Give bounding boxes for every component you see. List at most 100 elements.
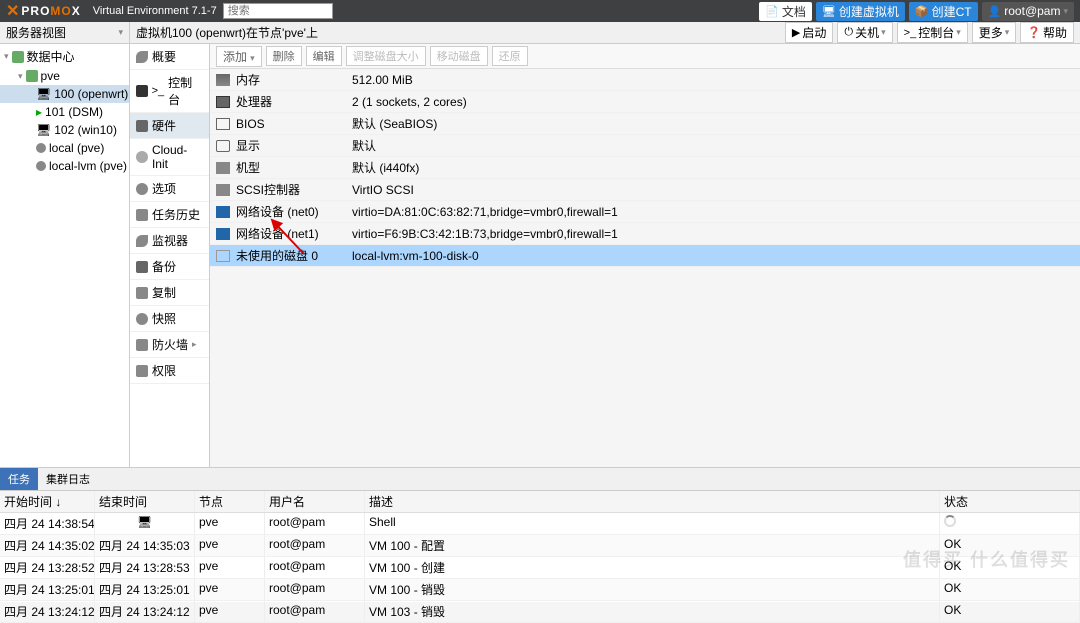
- revert-button[interactable]: 还原: [492, 46, 528, 66]
- hardware-row[interactable]: 显示默认: [210, 135, 1080, 157]
- more-button[interactable]: 更多 ▾: [972, 22, 1017, 43]
- log-row[interactable]: 四月 24 13:28:52四月 24 13:28:53pveroot@pamV…: [0, 557, 1080, 579]
- hw-value: VirtIO SCSI: [352, 183, 1074, 197]
- tree-vm-100[interactable]: 🖥100 (openwrt): [0, 85, 129, 103]
- hw-icon: [216, 162, 230, 174]
- lock-icon: [136, 365, 148, 377]
- hw-value: 默认: [352, 137, 1074, 154]
- side-permissions[interactable]: 权限: [130, 358, 209, 384]
- vm-stopped-icon: 🖥: [36, 87, 51, 101]
- log-row[interactable]: 四月 24 13:24:12四月 24 13:24:12pveroot@pamV…: [0, 601, 1080, 623]
- col-user[interactable]: 用户名: [265, 491, 365, 512]
- tree-vm-102[interactable]: 🖥102 (win10): [0, 121, 129, 139]
- hw-icon: [216, 250, 230, 262]
- log-row[interactable]: 四月 24 13:25:01四月 24 13:25:01pveroot@pamV…: [0, 579, 1080, 601]
- hw-icon: [216, 74, 230, 86]
- side-backup[interactable]: 备份: [130, 254, 209, 280]
- col-status[interactable]: 状态: [940, 491, 1080, 512]
- storage-icon: [36, 161, 46, 171]
- side-monitor[interactable]: 监视器: [130, 228, 209, 254]
- list-icon: [136, 209, 148, 221]
- resize-disk-button[interactable]: 调整磁盘大小: [346, 46, 426, 66]
- hardware-row[interactable]: SCSI控制器VirtIO SCSI: [210, 179, 1080, 201]
- shutdown-button[interactable]: ⏻ 关机 ▾: [837, 22, 892, 43]
- hw-key: 处理器: [236, 93, 352, 110]
- hardware-row[interactable]: 未使用的磁盘 0local-lvm:vm-100-disk-0: [210, 245, 1080, 267]
- hw-value: virtio=DA:81:0C:63:82:71,bridge=vmbr0,fi…: [352, 205, 1074, 219]
- tree-node-pve[interactable]: ▾pve: [0, 67, 129, 85]
- hw-icon: [216, 206, 230, 218]
- col-start[interactable]: 开始时间 ↓: [0, 491, 95, 512]
- hw-icon: [216, 118, 230, 130]
- help-button[interactable]: ❓ 帮助: [1020, 22, 1074, 43]
- eye-icon: [136, 235, 148, 247]
- start-button[interactable]: ▶ 启动: [785, 22, 833, 43]
- hw-icon: [216, 140, 230, 152]
- log-row[interactable]: 四月 24 14:38:54🖥pveroot@pamShell: [0, 513, 1080, 535]
- tab-cluster-log[interactable]: 集群日志: [38, 468, 98, 490]
- hw-icon: [216, 96, 230, 108]
- tree-datacenter[interactable]: ▾数据中心: [0, 46, 129, 67]
- hardware-row[interactable]: 机型默认 (i440fx): [210, 157, 1080, 179]
- log-row[interactable]: 四月 24 14:35:02四月 24 14:35:03pveroot@pamV…: [0, 535, 1080, 557]
- history-icon: [136, 313, 148, 325]
- hw-value: virtio=F6:9B:C3:42:1B:73,bridge=vmbr0,fi…: [352, 227, 1074, 241]
- top-header: ✕ PROMOX Virtual Environment 7.1-7 📄 文档 …: [0, 0, 1080, 22]
- vm-icon: 🖥: [36, 123, 51, 137]
- side-console[interactable]: >_ 控制台: [130, 70, 209, 113]
- hardware-row[interactable]: BIOS默认 (SeaBIOS): [210, 113, 1080, 135]
- user-menu[interactable]: 👤 root@pam ▾: [982, 2, 1074, 21]
- col-desc[interactable]: 描述: [365, 491, 940, 512]
- hw-key: 机型: [236, 159, 352, 176]
- tab-tasks[interactable]: 任务: [0, 468, 38, 490]
- move-disk-button[interactable]: 移动磁盘: [430, 46, 488, 66]
- hw-value: 2 (1 sockets, 2 cores): [352, 95, 1074, 109]
- side-hardware[interactable]: 硬件: [130, 113, 209, 139]
- hw-key: 网络设备 (net1): [236, 225, 352, 242]
- log-body: 四月 24 14:38:54🖥pveroot@pamShell四月 24 14:…: [0, 513, 1080, 623]
- hw-value: 默认 (SeaBIOS): [352, 115, 1074, 132]
- copy-icon: [136, 287, 148, 299]
- side-firewall[interactable]: 防火墙 ▸: [130, 332, 209, 358]
- hw-key: SCSI控制器: [236, 181, 352, 198]
- search-box[interactable]: [223, 3, 333, 19]
- hw-key: BIOS: [236, 117, 352, 131]
- breadcrumb: 虚拟机100 (openwrt)在节点'pve'上: [136, 24, 318, 41]
- side-cloudinit[interactable]: Cloud-Init: [130, 139, 209, 176]
- console-button[interactable]: >_ 控制台 ▾: [897, 22, 968, 43]
- tree-vm-101[interactable]: ▸101 (DSM): [0, 103, 129, 121]
- edit-button[interactable]: 编辑: [306, 46, 342, 66]
- datacenter-icon: [12, 51, 24, 63]
- log-header: 开始时间 ↓ 结束时间 节点 用户名 描述 状态: [0, 491, 1080, 513]
- hw-key: 未使用的磁盘 0: [236, 247, 352, 264]
- create-vm-button[interactable]: 🖥 创建虚拟机: [816, 2, 905, 21]
- side-tasks[interactable]: 任务历史: [130, 202, 209, 228]
- view-selector[interactable]: 服务器视图▾: [0, 22, 129, 44]
- hardware-row[interactable]: 网络设备 (net1)virtio=F6:9B:C3:42:1B:73,brid…: [210, 223, 1080, 245]
- hardware-row[interactable]: 内存512.00 MiB: [210, 69, 1080, 91]
- side-options[interactable]: 选项: [130, 176, 209, 202]
- cloud-icon: [136, 151, 148, 163]
- tree-storage-local-lvm[interactable]: local-lvm (pve): [0, 157, 129, 175]
- hw-value: 512.00 MiB: [352, 73, 1074, 87]
- logo: ✕ PROMOX: [0, 1, 87, 21]
- col-node[interactable]: 节点: [195, 491, 265, 512]
- side-snapshots[interactable]: 快照: [130, 306, 209, 332]
- side-summary[interactable]: 概要: [130, 44, 209, 70]
- remove-button[interactable]: 删除: [266, 46, 302, 66]
- hw-value: 默认 (i440fx): [352, 159, 1074, 176]
- server-icon: [26, 70, 38, 82]
- side-replication[interactable]: 复制: [130, 280, 209, 306]
- version-text: Virtual Environment 7.1-7: [93, 5, 217, 17]
- create-ct-button[interactable]: 📦 创建CT: [909, 2, 978, 21]
- search-input[interactable]: [223, 3, 333, 19]
- tree-storage-local[interactable]: local (pve): [0, 139, 129, 157]
- vm-running-icon: ▸: [36, 105, 42, 119]
- add-button[interactable]: 添加 ▾: [216, 46, 262, 67]
- hardware-row[interactable]: 处理器2 (1 sockets, 2 cores): [210, 91, 1080, 113]
- hardware-row[interactable]: 网络设备 (net0)virtio=DA:81:0C:63:82:71,brid…: [210, 201, 1080, 223]
- hw-value: local-lvm:vm-100-disk-0: [352, 249, 1074, 263]
- col-end[interactable]: 结束时间: [95, 491, 195, 512]
- docs-button[interactable]: 📄 文档: [759, 2, 812, 21]
- spinner-icon: [944, 515, 956, 527]
